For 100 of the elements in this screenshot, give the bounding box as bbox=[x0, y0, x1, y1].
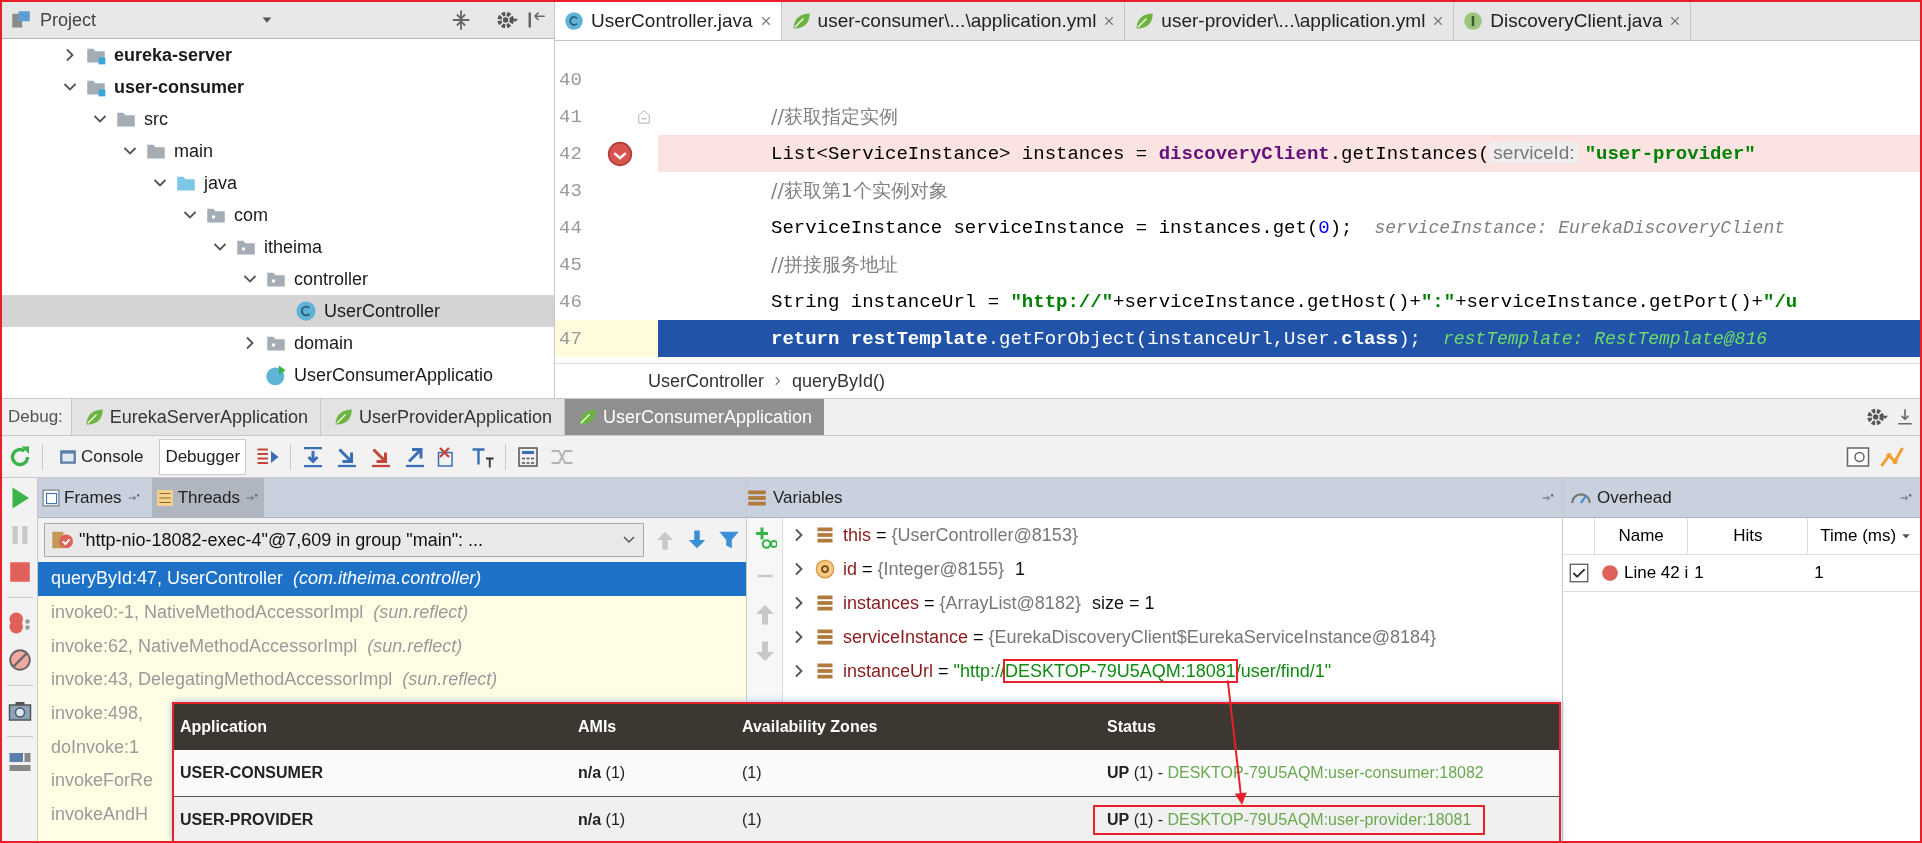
tree-item[interactable]: controller bbox=[2, 263, 554, 295]
tree-item[interactable]: itheima bbox=[2, 231, 554, 263]
code-line: String instanceUrl = "http://"+serviceInstance.getHost()+":"+serviceInstance.getPort()+"/u bbox=[771, 290, 1798, 313]
panel-title: Project bbox=[40, 9, 97, 31]
stop-icon[interactable] bbox=[7, 560, 32, 584]
variable-item[interactable]: serviceInstance = {EurekaDiscoveryClient$EurekaServiceInstance@8184} bbox=[843, 626, 1437, 648]
class-icon bbox=[295, 300, 317, 322]
gear-icon[interactable] bbox=[1866, 406, 1888, 428]
annotation-box: DESKTOP-79U5AQM:18081 bbox=[1005, 660, 1236, 681]
class-icon bbox=[564, 11, 584, 31]
field-icon bbox=[815, 525, 835, 545]
code-line: //拼接服务地址 bbox=[771, 251, 898, 277]
line-number: 41 bbox=[558, 105, 583, 128]
field-icon bbox=[815, 661, 835, 681]
project-icon bbox=[10, 10, 32, 30]
line-number: 40 bbox=[558, 68, 583, 91]
down-arrow-icon[interactable] bbox=[686, 529, 708, 551]
view-tab[interactable]: Console bbox=[53, 438, 150, 475]
tree-item[interactable]: UserController bbox=[2, 295, 554, 327]
threads-icon bbox=[155, 488, 174, 507]
tree-item[interactable]: java bbox=[2, 167, 554, 199]
restore-layout-icon[interactable] bbox=[1846, 444, 1870, 469]
editor-tab[interactable]: UserController.java bbox=[555, 2, 782, 40]
variable-item[interactable]: id = {Integer@8155} 1 bbox=[843, 558, 1025, 580]
tree-item[interactable]: com bbox=[2, 199, 554, 231]
column-header: Application bbox=[174, 704, 572, 750]
tree-item[interactable]: user-consumer bbox=[2, 71, 554, 103]
variable-item[interactable]: this = {UserController@8153} bbox=[843, 524, 1078, 546]
tree-item[interactable]: main bbox=[2, 135, 554, 167]
code-line: return restTemplate.getForObject(instanceUrl,User.class); restTemplate: RestTemplate@816 bbox=[771, 327, 1767, 350]
column-header[interactable]: Time (ms) bbox=[1808, 518, 1920, 555]
code-line: //获取指定实例 bbox=[771, 103, 898, 129]
column-header[interactable]: Hits bbox=[1688, 518, 1809, 555]
table-cell: 1 bbox=[1694, 563, 1704, 583]
tree-item[interactable]: eureka-server bbox=[2, 39, 554, 71]
line-number: 42 bbox=[558, 142, 583, 165]
sort-caret-icon bbox=[1901, 531, 1912, 541]
line-number: 46 bbox=[558, 290, 583, 313]
checkbox[interactable] bbox=[1569, 563, 1589, 583]
filter-icon[interactable] bbox=[718, 529, 740, 551]
status-cell: UP (1) - DESKTOP-79U5AQM:user-provider:18081 bbox=[1093, 805, 1486, 835]
column-header[interactable]: Name bbox=[1595, 518, 1689, 555]
debug-label: Debug: bbox=[7, 407, 64, 427]
line-number: 43 bbox=[558, 179, 583, 202]
thread-icon bbox=[51, 529, 73, 551]
hide-panel-icon[interactable] bbox=[526, 10, 546, 30]
breakpoint-icon bbox=[1601, 564, 1619, 582]
panel-tab[interactable]: Frames bbox=[38, 478, 146, 517]
minimize-icon[interactable] bbox=[1896, 408, 1914, 426]
editor-tab[interactable]: user-consumer\...\application.yml bbox=[781, 2, 1126, 40]
breakpoints-icon[interactable] bbox=[7, 611, 32, 635]
breadcrumb-item[interactable]: UserController bbox=[648, 370, 765, 392]
editor-tab[interactable]: user-provider\...\application.yml bbox=[1125, 2, 1455, 40]
view-tab[interactable]: Debugger bbox=[159, 438, 247, 475]
editor-tab[interactable]: DiscoveryClient.java bbox=[1454, 2, 1692, 40]
table-cell: n/a (1) bbox=[578, 764, 626, 782]
run-tab[interactable]: EurekaServerApplication bbox=[70, 399, 320, 435]
close-icon[interactable] bbox=[1103, 15, 1116, 27]
table-cell: USER-PROVIDER bbox=[180, 811, 314, 829]
parameter-icon bbox=[815, 559, 835, 579]
variable-item[interactable]: instances = {ArrayList@8182} size = 1 bbox=[843, 592, 1155, 614]
close-icon[interactable] bbox=[1432, 15, 1445, 27]
gear-icon[interactable] bbox=[496, 9, 518, 31]
code-line: ServiceInstance serviceInstance = instances.get(0); serviceInstance: EurekaDiscoveryClient bbox=[771, 216, 1785, 239]
close-icon[interactable] bbox=[1669, 15, 1682, 27]
table-cell: (1) bbox=[742, 764, 762, 782]
table-cell: 1 bbox=[1814, 563, 1824, 583]
console-icon bbox=[59, 447, 77, 466]
panel-title: Variables bbox=[773, 487, 844, 508]
frames-icon bbox=[42, 488, 60, 507]
thread-dropdown[interactable]: "http-nio-18082-exec-4"@7,609 in group "main": ... bbox=[44, 523, 644, 557]
column-header: Availability Zones bbox=[736, 704, 1101, 750]
camera-icon[interactable] bbox=[7, 699, 32, 723]
layout-icon[interactable] bbox=[7, 750, 32, 774]
class-run-icon bbox=[265, 364, 287, 386]
close-icon[interactable] bbox=[759, 15, 772, 27]
line-number: 47 bbox=[558, 327, 583, 350]
code-line: List<ServiceInstance> instances = discoveryClient.getInstances( serviceId: "user-provider" bbox=[771, 142, 1756, 165]
tree-item[interactable]: src bbox=[2, 103, 554, 135]
breadcrumb-item[interactable]: queryById() bbox=[792, 370, 886, 392]
leaf-icon bbox=[83, 407, 104, 427]
tree-item[interactable]: domain bbox=[2, 327, 554, 359]
leaf-icon bbox=[1134, 11, 1155, 31]
rerun-icon[interactable] bbox=[8, 444, 32, 469]
breakpoint-icon[interactable] bbox=[607, 140, 633, 167]
line-number: 45 bbox=[558, 253, 583, 276]
tree-item[interactable]: UserConsumerApplicatio bbox=[2, 359, 554, 391]
table-cell: USER-CONSUMER bbox=[180, 764, 324, 782]
field-icon bbox=[815, 593, 835, 613]
column-header: Status bbox=[1101, 704, 1559, 750]
collapse-all-icon[interactable] bbox=[450, 9, 472, 31]
panel-tab[interactable]: Threads bbox=[151, 478, 264, 517]
leaf-icon bbox=[332, 407, 353, 427]
table-cell: Line 42 i bbox=[1624, 563, 1689, 583]
run-tab[interactable]: UserProviderApplication bbox=[319, 399, 565, 435]
line-number: 44 bbox=[558, 216, 583, 239]
table-cell: (1) bbox=[742, 811, 762, 829]
calculator-icon[interactable] bbox=[516, 444, 541, 469]
mute-breakpoints-icon[interactable] bbox=[7, 648, 32, 672]
variable-item[interactable]: instanceUrl = "http://DESKTOP-79U5AQM:18081/user/find/1" bbox=[843, 660, 1332, 682]
